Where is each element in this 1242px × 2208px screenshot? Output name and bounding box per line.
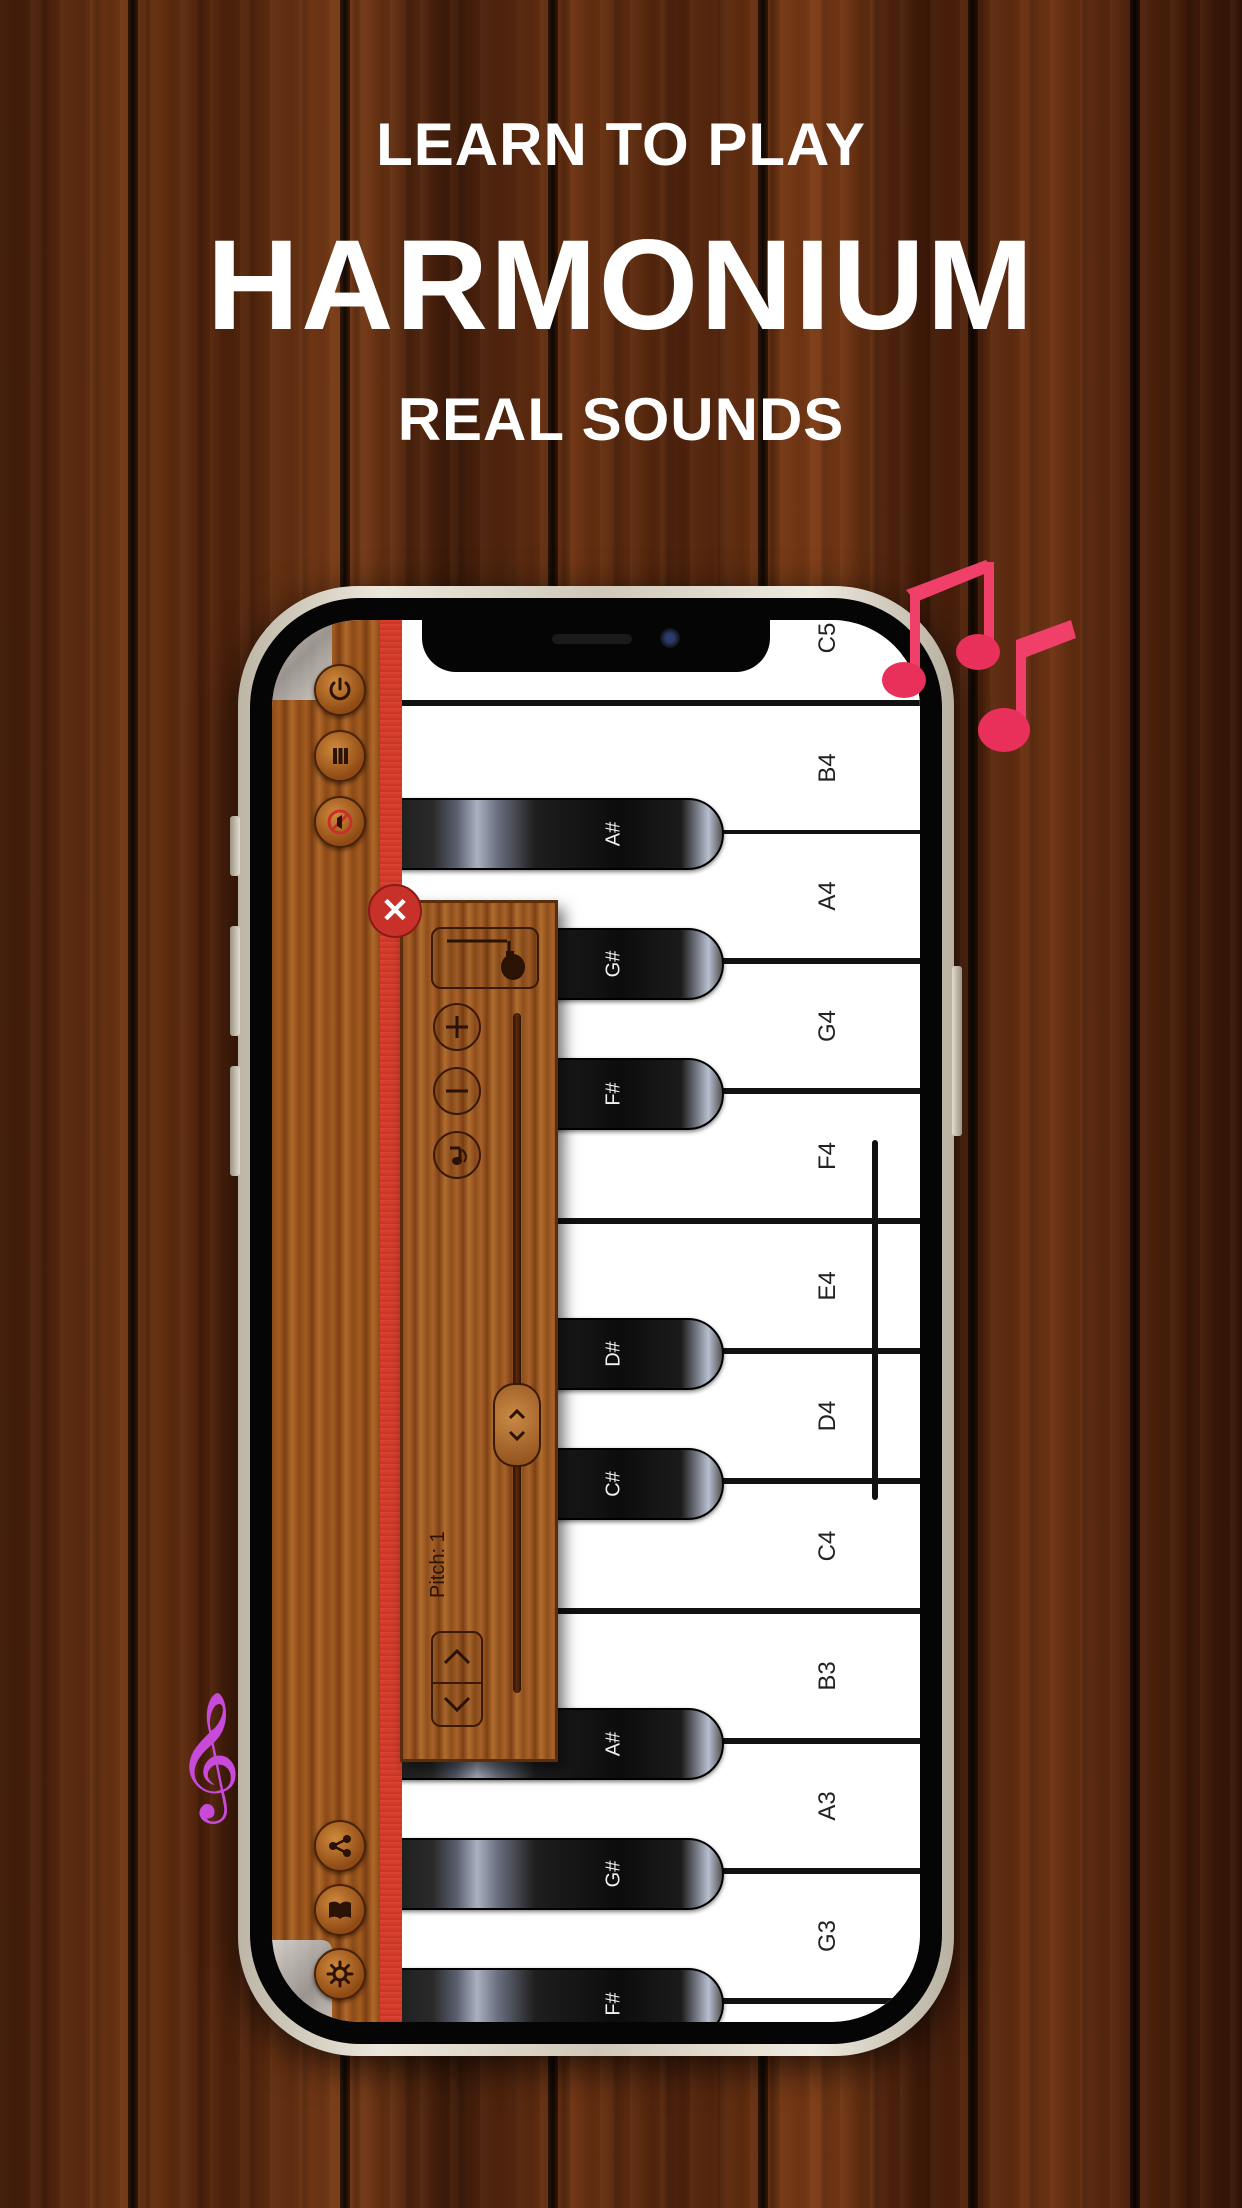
- white-key-label: D4: [814, 1400, 841, 1432]
- pitch-control-popup: Pitch: 1: [400, 900, 558, 1762]
- pause-button[interactable]: [314, 730, 366, 782]
- replay-note-icon: [450, 1146, 467, 1165]
- minus-icon: [446, 1089, 468, 1093]
- close-icon: ✕: [380, 892, 410, 930]
- pitch-label: Pitch: 1: [427, 1531, 449, 1598]
- speaker-grille: [552, 634, 632, 644]
- white-key-label: G3: [814, 1919, 841, 1953]
- white-key-label: C5: [814, 622, 841, 654]
- treble-clef-icon: 𝄞: [176, 1693, 242, 1816]
- phone-side-button: [230, 926, 240, 1036]
- black-key[interactable]: A#: [380, 798, 724, 870]
- phone-mockup: C5 B4 A4 G4 F4 E4 D4 C4 B3 A3 G3 A# G# F# D# C# A# G# F#: [230, 586, 962, 2056]
- minus-button[interactable]: [433, 1067, 481, 1115]
- plus-button[interactable]: [433, 1003, 481, 1051]
- phone-side-button: [230, 1066, 240, 1176]
- chevron-down-icon[interactable]: [433, 1684, 481, 1728]
- white-key-label: C4: [814, 1530, 841, 1562]
- headline-title: HARMONIUM: [206, 214, 1036, 357]
- camera-icon: [660, 628, 680, 648]
- black-key[interactable]: G#: [380, 1838, 724, 1910]
- white-key-label: B3: [814, 1661, 841, 1691]
- black-key-label: D#: [602, 1341, 625, 1367]
- pitch-slider-track[interactable]: [513, 1013, 521, 1693]
- pitch-slider-thumb[interactable]: [493, 1383, 541, 1467]
- music-notes-icon: [882, 560, 1076, 752]
- white-key-label: B4: [814, 753, 841, 783]
- book-icon: [329, 1901, 351, 1919]
- white-key-label: E4: [814, 1271, 841, 1301]
- white-key-label: A3: [814, 1791, 841, 1821]
- pitch-stepper[interactable]: [431, 1631, 483, 1727]
- pause-icon: [333, 748, 348, 764]
- power-button[interactable]: [314, 664, 366, 716]
- share-icon: [329, 1835, 351, 1857]
- black-key-label: F#: [602, 1992, 625, 2016]
- book-button[interactable]: [314, 1884, 366, 1936]
- bellows-icon: [447, 939, 525, 980]
- share-button[interactable]: [314, 1820, 366, 1872]
- power-icon: [329, 677, 351, 701]
- black-key-label: G#: [602, 950, 625, 978]
- black-key[interactable]: F#: [380, 1968, 724, 2022]
- black-key-label: F#: [602, 1082, 625, 1106]
- black-key-label: C#: [602, 1471, 625, 1497]
- gear-icon: [326, 1960, 354, 1988]
- black-key-label: G#: [602, 1860, 625, 1888]
- app-screen: C5 B4 A4 G4 F4 E4 D4 C4 B3 A3 G3 A# G# F# D# C# A# G# F#: [272, 620, 920, 2022]
- white-key-label: A4: [814, 881, 841, 911]
- plus-icon: [446, 1016, 468, 1038]
- black-key-label: A#: [602, 821, 625, 847]
- headline-learn: LEARN TO PLAY: [376, 111, 866, 178]
- replay-button[interactable]: [433, 1131, 481, 1179]
- phone-side-button: [230, 816, 240, 876]
- headline-subtitle: REAL SOUNDS: [397, 386, 845, 453]
- chevron-up-icon[interactable]: [433, 1633, 481, 1679]
- mute-button[interactable]: [314, 796, 366, 848]
- settings-button[interactable]: [314, 1948, 366, 2000]
- left-control-panel: [272, 620, 380, 2022]
- bellows-toggle[interactable]: [431, 927, 539, 989]
- phone-side-button: [952, 966, 962, 1136]
- close-button[interactable]: ✕: [368, 884, 422, 938]
- white-key-label: F4: [814, 1141, 841, 1171]
- phone-notch: [422, 620, 770, 672]
- white-key-label: G4: [814, 1009, 841, 1043]
- red-felt-strip: [380, 620, 402, 2022]
- black-key-label: A#: [602, 1731, 625, 1757]
- mute-icon: [327, 809, 353, 835]
- scroll-indicator[interactable]: [872, 1140, 878, 1500]
- chevron-up-down-icon: [508, 1408, 526, 1442]
